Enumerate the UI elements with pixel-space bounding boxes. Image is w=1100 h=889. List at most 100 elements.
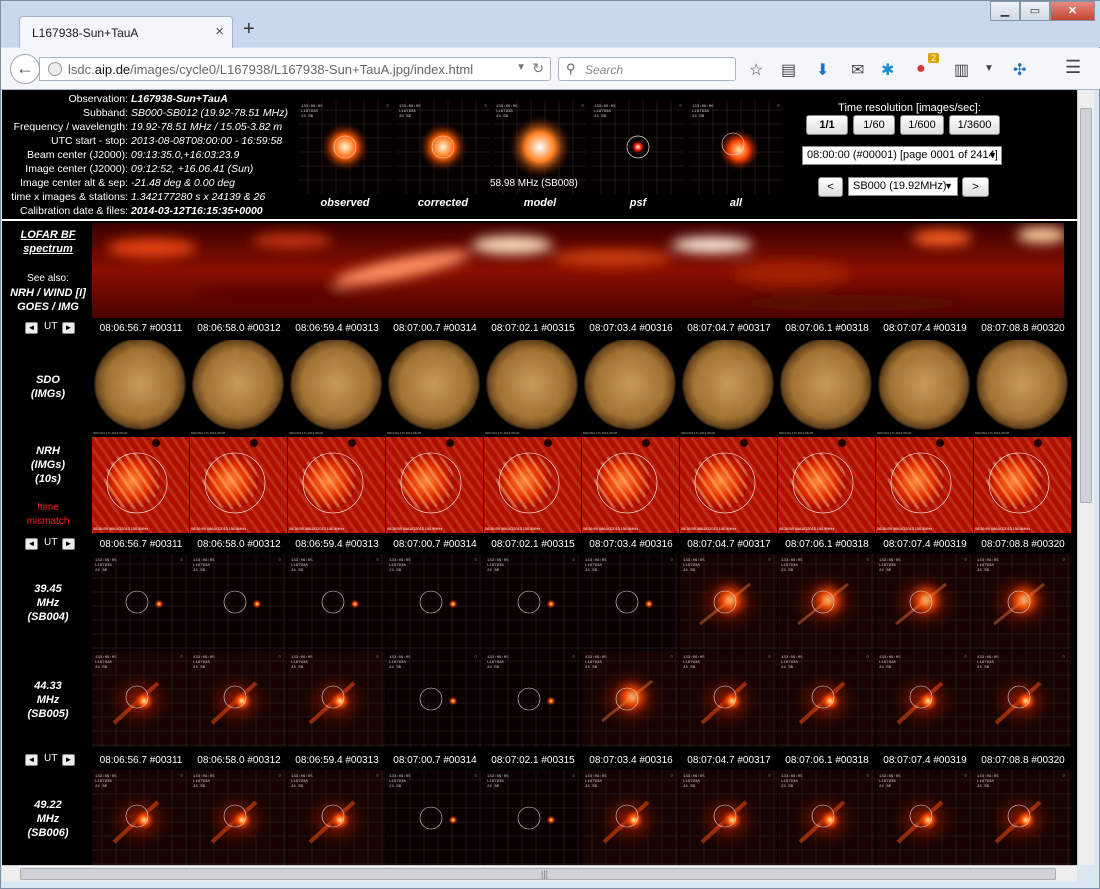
thumbnail-corrected[interactable]: 133:09:05 L167938 24 SB ○ [396,100,490,194]
lofar-image[interactable]: 133:09:05 L167938 24 SB ○ [680,554,777,650]
lofar-image[interactable]: 133:09:05 L167938 24 SB ○ [974,770,1071,865]
horizontal-scroll-thumb[interactable]: ||| [20,868,1056,880]
lofar-image[interactable]: 133:09:05 L167938 24 SB ○ [484,554,581,650]
minimize-button[interactable]: ▁ [990,1,1020,21]
time-resolution-button[interactable]: 1/3600 [949,115,1000,135]
reload-icon[interactable]: ↻ [532,60,544,77]
lofar-image[interactable]: 133:09:05 L167938 24 SB ○ [190,770,287,865]
time-resolution-button[interactable]: 1/60 [853,115,895,135]
nrh-image[interactable]: 08:26:59 08AUG2013 150.9MHz [876,437,973,533]
new-tab-icon[interactable]: + [243,19,255,39]
back-button[interactable]: ← [10,54,40,84]
dynamic-spectrum[interactable] [92,223,1067,318]
subband-select[interactable]: SB000 (19.92MHz) ▼ [848,177,958,196]
bookmark-star-icon[interactable]: ☆ [749,60,763,80]
search-input[interactable]: ⚲ Search [558,57,736,81]
svg-text:24 SB: 24 SB [683,785,696,789]
nrh-image[interactable]: 08:26:59 08AUG2013 150.9MHz [484,437,581,533]
time-resolution-button[interactable]: 1/1 [806,115,848,135]
prev-time-button[interactable]: ◄ [25,538,38,550]
lofar-image[interactable]: 133:09:05 L167938 24 SB ○ [288,770,385,865]
chevron-down-icon[interactable]: ▼ [516,62,526,73]
lofar-image[interactable]: 133:09:05 L167938 24 SB ○ [386,554,483,650]
lofar-image[interactable]: 133:09:05 L167938 24 SB ○ [876,770,973,865]
lofar-image[interactable]: 133:09:05 L167938 24 SB ○ [582,770,679,865]
nrh-image[interactable]: 08:26:59 08AUG2013 150.9MHz [778,437,875,533]
lofar-image[interactable]: 133:09:05 L167938 24 SB ○ [92,770,189,865]
sdo-image[interactable]: SDO/AIA 171 2013-08-08 [778,340,875,436]
nrh-image[interactable]: 08:26:59 08AUG2013 150.9MHz [974,437,1071,533]
page-select[interactable]: 08:00:00 (#00001) [page 0001 of 2414] ▼ [802,146,1002,165]
lofar-image[interactable]: 133:09:05 L167938 24 SB ○ [92,651,189,747]
next-time-button[interactable]: ► [62,538,75,550]
lofar-image[interactable]: 133:09:05 L167938 24 SB ○ [484,651,581,747]
prev-time-button[interactable]: ◄ [25,754,38,766]
next-subband-button[interactable]: > [962,177,989,197]
sdo-image[interactable]: SDO/AIA 171 2013-08-08 [190,340,287,436]
nrh-image[interactable]: 08:26:59 08AUG2013 150.9MHz [288,437,385,533]
url-bar[interactable]: lsdc.aip.de/images/cycle0/L167938/L16793… [39,57,551,81]
tab-close-icon[interactable]: × [215,23,224,40]
sdo-image[interactable]: SDO/AIA 171 2013-08-08 [582,340,679,436]
lofar-image[interactable]: 133:09:05 L167938 24 SB ○ [974,651,1071,747]
horizontal-scrollbar[interactable]: ||| [2,865,1077,882]
nrh-image[interactable]: 08:26:59 08AUG2013 150.9MHz [582,437,679,533]
lofar-image[interactable]: 133:09:05 L167938 24 SB ○ [190,651,287,747]
time-resolution-button[interactable]: 1/600 [900,115,944,135]
thumbnail-all[interactable]: 133:09:05 L167938 24 SB ○ [689,100,783,194]
chevron-down-icon[interactable]: ▼ [984,63,994,74]
sdo-image[interactable]: SDO/AIA 171 2013-08-08 [974,340,1071,436]
browser-tab[interactable]: L167938-Sun+TauA × [19,16,233,49]
reading-list-icon[interactable]: ▤ [781,60,796,80]
sdo-image[interactable]: SDO/AIA 171 2013-08-08 [876,340,973,436]
lofar-image[interactable]: 133:09:05 L167938 24 SB ○ [778,651,875,747]
lofar-image[interactable]: 133:09:05 L167938 24 SB ○ [778,554,875,650]
lofar-image[interactable]: 133:09:05 L167938 24 SB ○ [876,554,973,650]
url-text[interactable]: lsdc.aip.de/images/cycle0/L167938/L16793… [68,62,473,77]
next-time-button[interactable]: ► [62,754,75,766]
sdo-image[interactable]: SDO/AIA 171 2013-08-08 [680,340,777,436]
lofar-image[interactable]: 133:09:05 L167938 24 SB ○ [386,651,483,747]
close-window-button[interactable]: ✕ [1050,1,1095,21]
vertical-scroll-thumb[interactable] [1080,108,1092,503]
prev-subband-button[interactable]: < [818,177,843,197]
sdo-image[interactable]: SDO/AIA 171 2013-08-08 [484,340,581,436]
lofar-image[interactable]: 133:09:05 L167938 24 SB ○ [288,554,385,650]
lofar-image[interactable]: 133:09:05 L167938 24 SB ○ [190,554,287,650]
sdo-image[interactable]: SDO/AIA 171 2013-08-08 [92,340,189,436]
download-icon[interactable]: ⬇ [816,60,829,80]
mail-icon[interactable]: ✉ [851,60,864,80]
nrh-image[interactable]: 08:26:59 08AUG2013 150.9MHz [190,437,287,533]
sdo-image[interactable]: SDO/AIA 171 2013-08-08 [288,340,385,436]
lofar-image[interactable]: 133:09:05 L167938 24 SB ○ [876,651,973,747]
nrh-image[interactable]: 08:26:59 08AUG2013 150.9MHz [386,437,483,533]
lofar-image[interactable]: 133:09:05 L167938 24 SB ○ [582,651,679,747]
nrh-image[interactable]: 08:26:59 08AUG2013 150.9MHz [92,437,189,533]
thumbnail-observed[interactable]: 133:09:05 L167938 24 SB ○ [298,100,392,194]
lofar-image[interactable]: 133:09:05 L167938 24 SB ○ [680,651,777,747]
see-also-links[interactable]: NRH / WIND [I] GOES / IMG [4,286,92,314]
vertical-scrollbar[interactable] [1077,90,1094,865]
thumbnail-psf[interactable]: 133:09:05 L167938 24 SB ○ [591,100,685,194]
nrh-image[interactable]: 08:26:59 08AUG2013 150.9MHz [680,437,777,533]
spectrum-link[interactable]: LOFAR BF spectrum [4,228,92,256]
lofar-image[interactable]: 133:09:05 L167938 24 SB ○ [582,554,679,650]
svg-text:133:09:05: 133:09:05 [879,559,901,563]
clipboard-icon[interactable]: ▥ [954,60,969,80]
lofar-image[interactable]: 133:09:05 L167938 24 SB ○ [386,770,483,865]
lofar-image[interactable]: 133:09:05 L167938 24 SB ○ [92,554,189,650]
lofar-image[interactable]: 133:09:05 L167938 24 SB ○ [484,770,581,865]
extension-icon[interactable]: ✱ [881,60,894,80]
prev-time-button[interactable]: ◄ [25,322,38,334]
lofar-image[interactable]: 133:09:05 L167938 24 SB ○ [974,554,1071,650]
menu-icon[interactable]: ☰ [1065,57,1081,78]
timestamp-label: 08:07:04.7 #00317 [687,755,771,766]
maximize-button[interactable]: ▭ [1020,1,1050,21]
addon-icon[interactable]: ● [916,60,926,78]
lofar-image[interactable]: 133:09:05 L167938 24 SB ○ [778,770,875,865]
next-time-button[interactable]: ► [62,322,75,334]
lofar-image[interactable]: 133:09:05 L167938 24 SB ○ [288,651,385,747]
network-icon[interactable]: ✣ [1013,60,1026,80]
sdo-image[interactable]: SDO/AIA 171 2013-08-08 [386,340,483,436]
lofar-image[interactable]: 133:09:05 L167938 24 SB ○ [680,770,777,865]
